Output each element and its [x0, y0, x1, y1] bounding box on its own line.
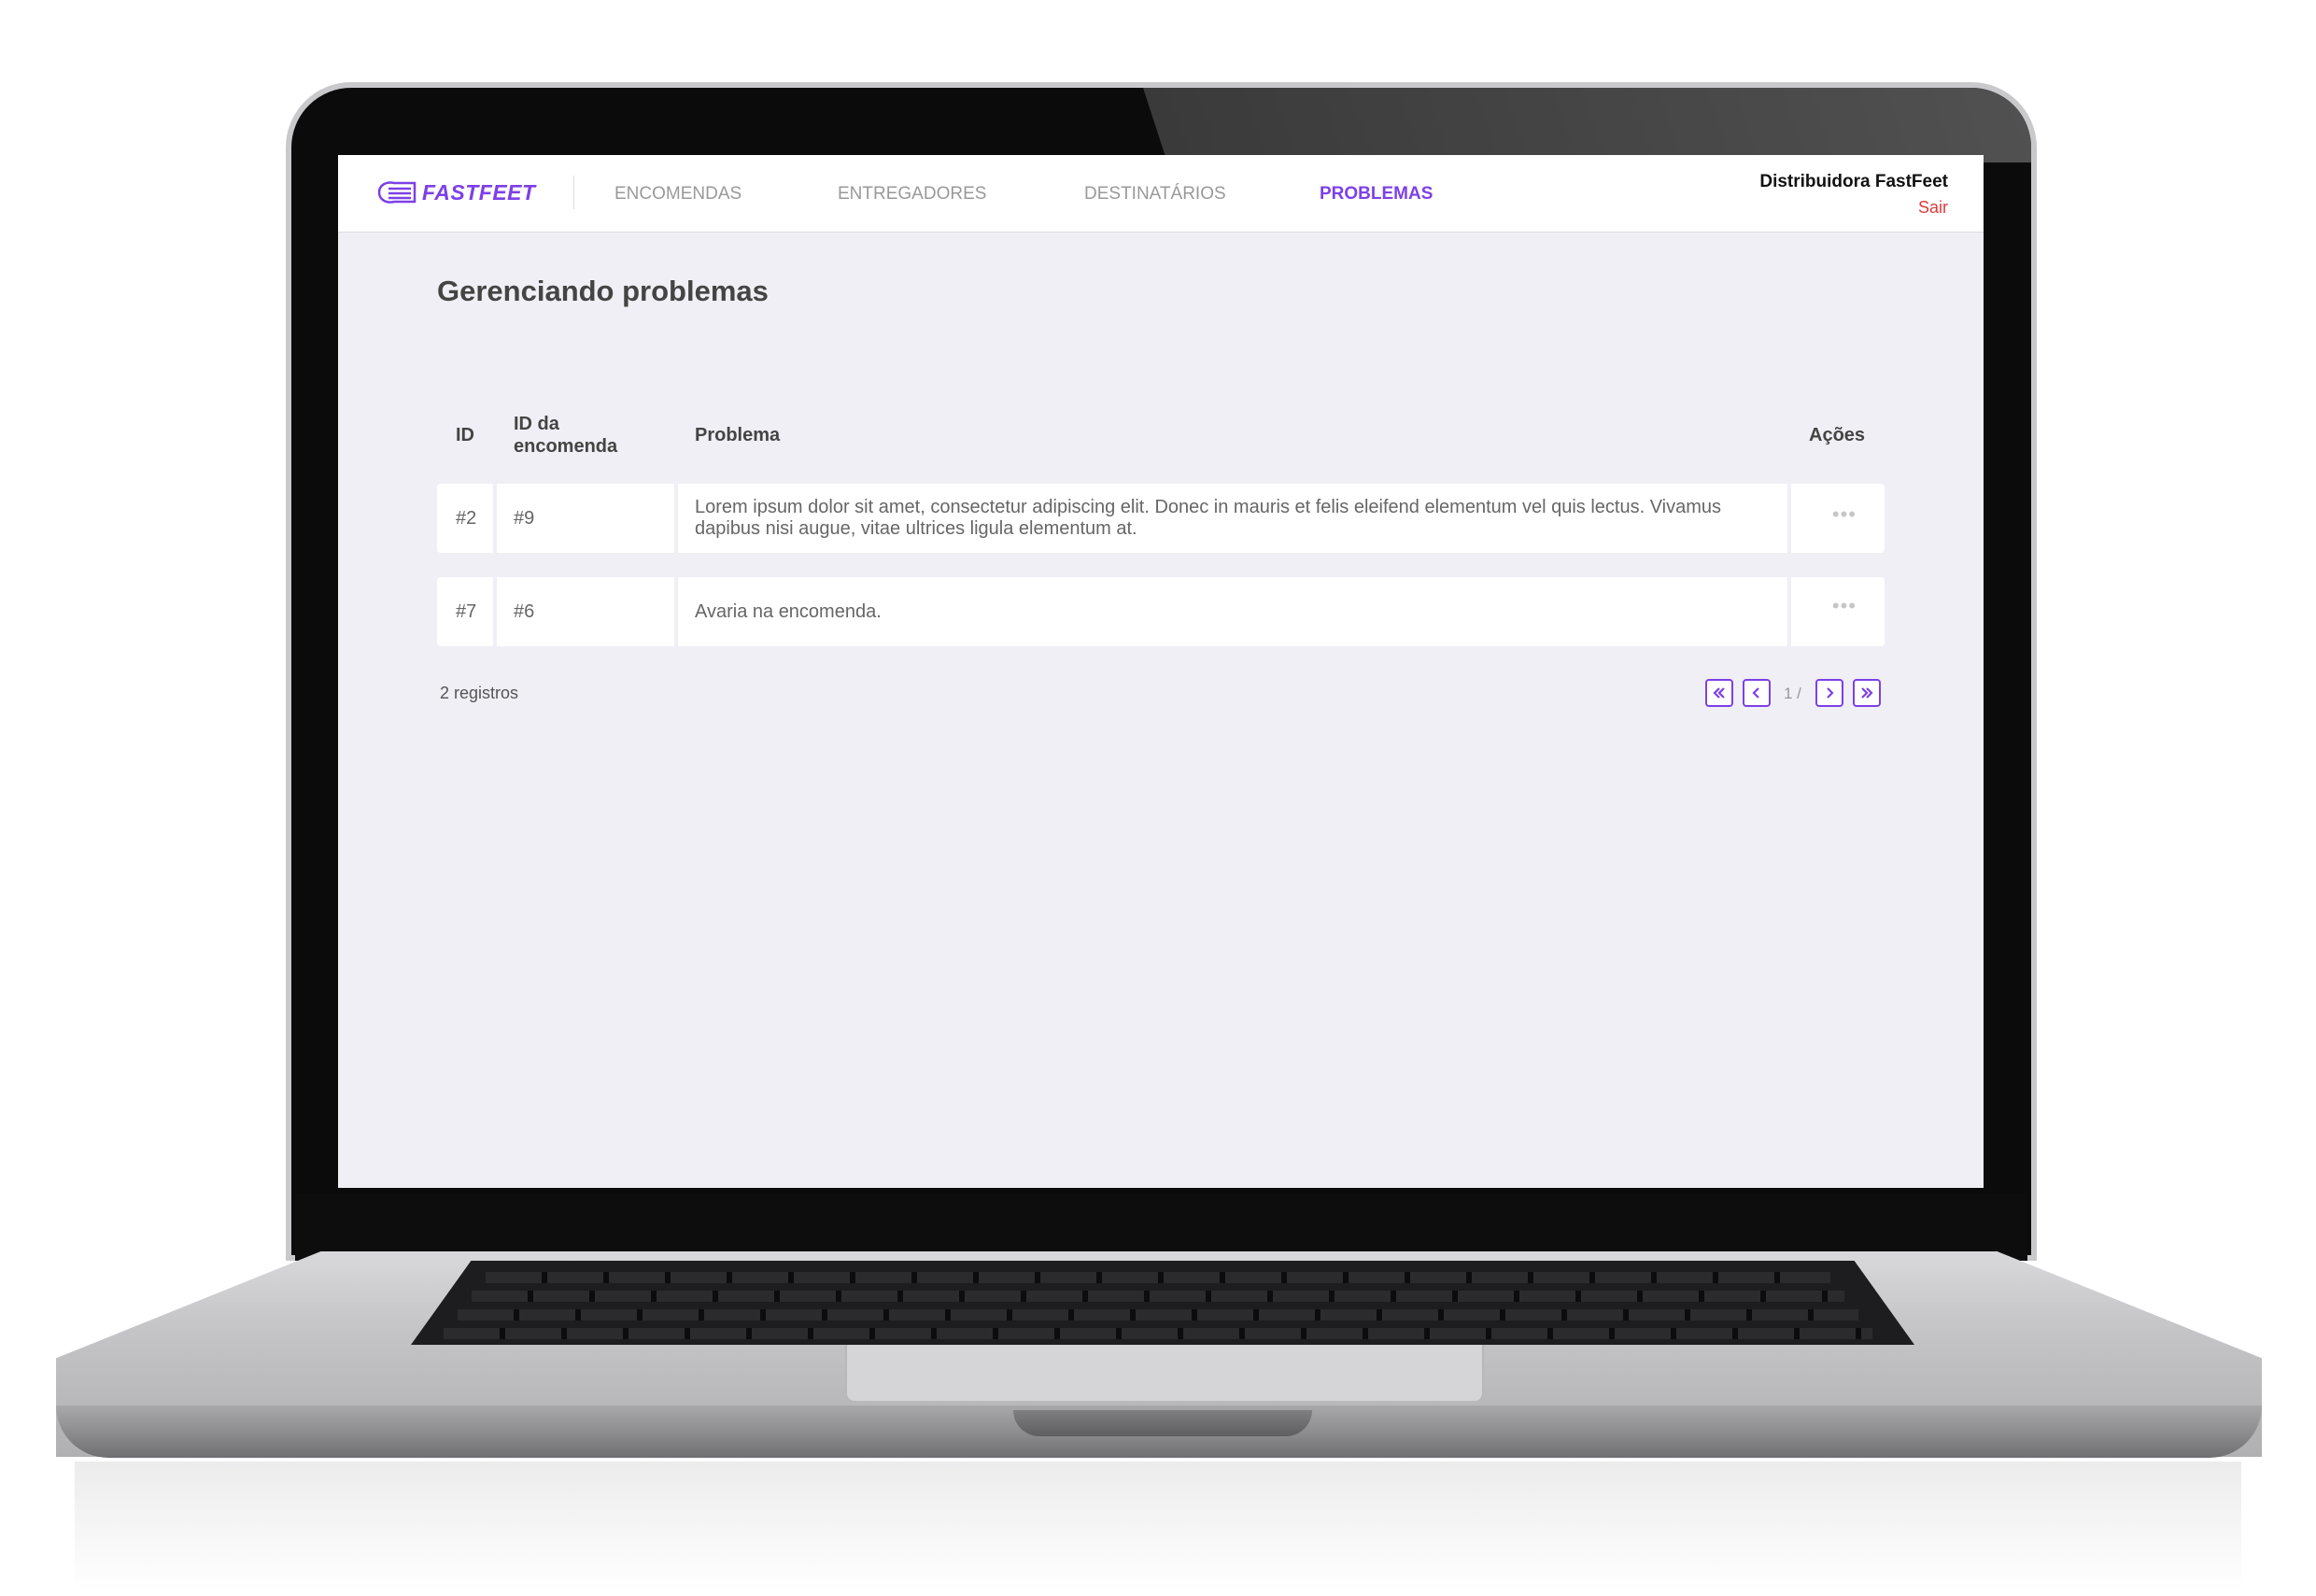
cell-separator [493, 484, 497, 553]
order-id: #6 [514, 601, 535, 622]
brand-name: FASTFEET [422, 179, 536, 205]
truck-speed-icon [377, 181, 417, 204]
keyboard-row [472, 1291, 1844, 1302]
chevron-right-icon [1827, 687, 1834, 699]
table-row: #2 #9 Lorem ipsum dolor sit amet, consec… [437, 484, 1885, 553]
cell-separator [493, 577, 497, 646]
cell-separator [1787, 577, 1791, 646]
problem-description: Lorem ipsum dolor sit amet, consectetur … [695, 497, 1722, 539]
column-header-order-id: ID da encomenda [514, 414, 618, 457]
first-page-button[interactable] [1705, 679, 1733, 707]
nav-item-encomendas[interactable]: ENCOMENDAS [614, 184, 741, 205]
double-chevron-left-icon [1713, 687, 1725, 699]
nav-item-problemas[interactable]: PROBLEMAS [1320, 184, 1433, 205]
app-screen: FASTFEET ENCOMENDAS ENTREGADORES DESTINA… [338, 155, 1984, 1188]
cell-separator [674, 577, 678, 646]
app-header: FASTFEET ENCOMENDAS ENTREGADORES DESTINA… [338, 155, 1984, 233]
laptop-bezel [295, 1193, 2027, 1261]
brand-logo[interactable]: FASTFEET [374, 176, 536, 209]
keyboard-row [486, 1272, 1830, 1283]
records-count: 2 registros [440, 684, 519, 702]
previous-page-button[interactable] [1743, 679, 1771, 707]
cell-separator [1787, 484, 1791, 553]
problem-id: #7 [456, 601, 477, 622]
column-header-actions: Ações [1809, 425, 1866, 445]
page-indicator: 1 / [1784, 685, 1801, 702]
last-page-button[interactable] [1853, 679, 1881, 707]
double-chevron-right-icon [1861, 687, 1873, 699]
keyboard-row [458, 1309, 1858, 1321]
column-header-problem: Problema [695, 425, 781, 445]
lid-glare [1143, 88, 2031, 162]
cell-separator [674, 484, 678, 553]
table-row: #7 #6 Avaria na encomenda. ••• [437, 577, 1885, 646]
nav-item-entregadores[interactable]: ENTREGADORES [838, 184, 986, 205]
keyboard-row [444, 1328, 1872, 1339]
page-title: Gerenciando problemas [437, 275, 769, 307]
chevron-left-icon [1752, 687, 1759, 699]
ellipsis-icon[interactable]: ••• [1832, 502, 1857, 527]
header-divider [573, 176, 574, 209]
column-header-id: ID [456, 425, 474, 445]
laptop-reflection [75, 1462, 2241, 1592]
ellipsis-icon[interactable]: ••• [1832, 594, 1857, 618]
trackpad [845, 1345, 1484, 1403]
laptop-notch [1013, 1410, 1312, 1436]
nav-item-destinatarios[interactable]: DESTINATÁRIOS [1084, 184, 1226, 205]
problem-id: #2 [456, 508, 477, 529]
next-page-button[interactable] [1815, 679, 1843, 707]
laptop-mockup: FASTFEET ENCOMENDAS ENTREGADORES DESTINA… [0, 0, 2316, 1596]
user-name: Distribuidora FastFeet [1759, 172, 1948, 191]
problem-description: Avaria na encomenda. [695, 601, 882, 622]
order-id: #9 [514, 508, 535, 529]
logout-link[interactable]: Sair [1918, 198, 1948, 218]
